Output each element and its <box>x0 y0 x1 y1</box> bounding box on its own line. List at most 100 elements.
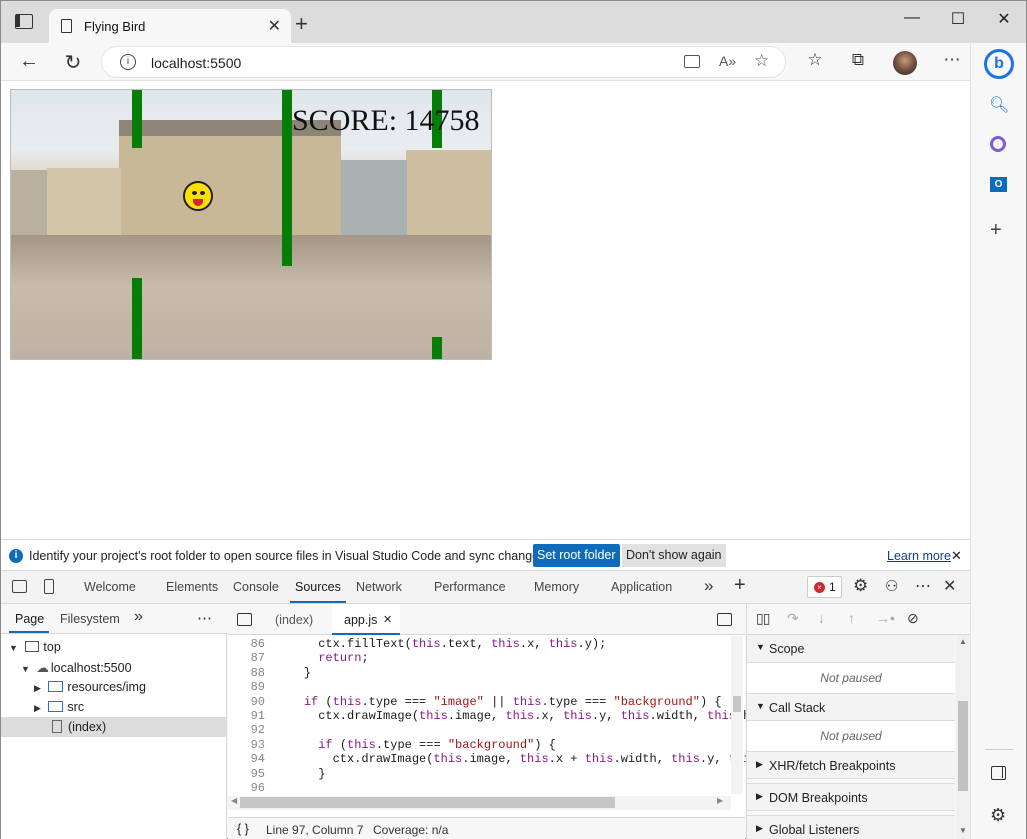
devtools-settings-icon[interactable]: ⚙ <box>853 576 868 596</box>
vertical-scrollbar[interactable] <box>731 636 743 794</box>
game-canvas[interactable]: SCORE: 14758 <box>10 89 492 360</box>
line-number[interactable]: 90 <box>228 695 265 709</box>
refresh-icon[interactable]: ↻ <box>59 50 87 75</box>
code-line[interactable]: 91 ctx.drawImage(this.image, this.x, thi… <box>228 709 772 723</box>
customize-menu-icon[interactable]: ⋯ <box>915 576 931 596</box>
line-number[interactable]: 96 <box>228 781 265 795</box>
scope-section-header[interactable]: ▼ Scope <box>747 635 955 663</box>
feedback-icon[interactable]: ⚇ <box>885 577 898 595</box>
pause-icon[interactable]: ▯▯ <box>756 610 770 627</box>
pretty-print-button[interactable]: { } <box>237 822 249 836</box>
toggle-navigator-icon[interactable] <box>237 613 252 626</box>
code-line[interactable]: 93 if (this.type === "background") { <box>228 738 728 752</box>
favorite-add-icon[interactable]: ☆ <box>754 51 769 71</box>
line-number[interactable]: 92 <box>228 723 265 737</box>
code-line[interactable]: 92 <box>228 723 728 737</box>
code-line[interactable]: 90 if (this.type === "image" || this.typ… <box>228 695 728 709</box>
favorites-icon[interactable]: ☆ <box>801 50 829 70</box>
tab-welcome[interactable]: Welcome <box>84 580 136 594</box>
app-available-icon[interactable] <box>684 55 700 68</box>
editor-tab-index[interactable]: (index) <box>275 613 313 627</box>
tab-memory[interactable]: Memory <box>534 580 579 594</box>
code-line[interactable]: 95 } <box>228 767 728 781</box>
deactivate-breakpoints-icon[interactable]: ⊘ <box>907 610 919 627</box>
office-icon[interactable] <box>990 136 1006 152</box>
tree-item-index[interactable]: (index) <box>52 720 106 734</box>
new-tab-icon[interactable]: + <box>295 11 308 37</box>
collections-icon[interactable]: ⧉ <box>844 50 872 70</box>
code-line[interactable]: 96 <box>228 781 728 795</box>
more-tabs-icon[interactable]: » <box>704 576 713 596</box>
learn-more-link[interactable]: Learn more <box>887 549 951 563</box>
tab-application[interactable]: Application <box>611 580 672 594</box>
issues-badge[interactable]: × 1 <box>807 576 842 598</box>
step-out-icon[interactable]: ↑ <box>848 610 855 626</box>
xhr-breakpoints-section-header[interactable]: ▶ XHR/fetch Breakpoints <box>747 751 955 779</box>
line-number[interactable]: 95 <box>228 767 265 781</box>
tab-actions-icon[interactable] <box>15 14 33 29</box>
code-line[interactable]: 87 return; <box>228 651 728 665</box>
call-stack-section-header[interactable]: ▼ Call Stack <box>747 693 955 721</box>
global-listeners-section-header[interactable]: ▶ Global Listeners <box>747 815 955 839</box>
step-over-icon[interactable]: ↷ <box>787 610 799 627</box>
tab-close-icon[interactable]: ✕ <box>268 16 281 36</box>
back-icon[interactable]: ← <box>15 50 43 73</box>
tree-item-top[interactable]: ▼ top <box>9 640 61 654</box>
tab-filesystem[interactable]: Filesystem <box>60 612 120 626</box>
maximize-icon[interactable]: ☐ <box>943 9 973 29</box>
line-number[interactable]: 86 <box>228 637 265 651</box>
tree-item-localhost[interactable]: ▼ ☁ localhost:5500 <box>21 660 132 675</box>
set-root-folder-button[interactable]: Set root folder <box>533 544 620 567</box>
close-devtools-icon[interactable]: ✕ <box>943 576 956 596</box>
window-close-icon[interactable]: ✕ <box>989 9 1019 29</box>
tab-performance[interactable]: Performance <box>434 580 506 594</box>
add-sidebar-icon[interactable]: + <box>990 219 1002 242</box>
device-emulation-icon[interactable] <box>44 579 54 594</box>
step-into-icon[interactable]: ↓ <box>818 610 825 626</box>
horizontal-scrollbar[interactable]: ◀ ▶ <box>228 796 731 810</box>
site-info-icon[interactable]: i <box>120 54 136 70</box>
navigator-more-icon[interactable]: » <box>134 608 143 626</box>
bing-copilot-icon[interactable]: b <box>984 49 1014 79</box>
tree-item-src[interactable]: ▶ src <box>34 700 84 714</box>
dom-breakpoints-section-header[interactable]: ▶ DOM Breakpoints <box>747 783 955 811</box>
outlook-icon[interactable]: O <box>990 177 1007 192</box>
tree-item-resources-img[interactable]: ▶ resources/img <box>34 680 146 694</box>
address-bar[interactable]: i localhost:5500 A» ☆ <box>101 46 786 78</box>
editor-tab-close-icon[interactable]: ✕ <box>383 613 392 626</box>
sidebar-settings-icon[interactable]: ⚙ <box>990 805 1006 826</box>
code-line[interactable]: 89 <box>228 680 728 694</box>
editor-tab-active[interactable]: app.js ✕ <box>332 604 400 635</box>
add-tool-icon[interactable]: + <box>734 574 746 597</box>
dont-show-again-button[interactable]: Don't show again <box>622 544 726 567</box>
navigator-menu-icon[interactable]: ⋯ <box>197 609 212 627</box>
line-number[interactable]: 91 <box>228 709 265 723</box>
hide-sidebar-icon[interactable] <box>991 766 1006 780</box>
tab-network[interactable]: Network <box>356 580 402 594</box>
page-tab-indicator <box>9 631 49 633</box>
code-line[interactable]: 88 } <box>228 666 728 680</box>
minimize-icon[interactable]: — <box>897 9 927 27</box>
line-number[interactable]: 87 <box>228 651 265 665</box>
toggle-debugger-icon[interactable] <box>717 613 732 626</box>
profile-avatar[interactable] <box>893 51 917 75</box>
line-number[interactable]: 93 <box>228 738 265 752</box>
infobar-close-icon[interactable]: ✕ <box>951 548 962 564</box>
browser-tab[interactable]: Flying Bird ✕ <box>49 9 291 43</box>
line-number[interactable]: 94 <box>228 752 265 766</box>
tab-console[interactable]: Console <box>233 580 279 594</box>
debugger-scrollbar[interactable]: ▲ ▼ <box>956 635 970 839</box>
code-line[interactable]: 94 ctx.drawImage(this.image, this.x + th… <box>228 752 772 766</box>
read-aloud-icon[interactable]: A» <box>719 53 736 69</box>
tab-sources[interactable]: Sources <box>295 580 341 594</box>
step-icon[interactable]: →• <box>876 610 895 626</box>
tab-page[interactable]: Page <box>15 612 44 626</box>
inspect-element-icon[interactable] <box>12 580 27 593</box>
code-area[interactable]: 86 ctx.fillText(this.text, this.x, this.… <box>228 636 772 795</box>
line-number[interactable]: 89 <box>228 680 265 694</box>
settings-more-icon[interactable]: ⋯ <box>938 50 966 70</box>
tab-elements[interactable]: Elements <box>166 580 218 594</box>
line-number[interactable]: 88 <box>228 666 265 680</box>
code-line[interactable]: 86 ctx.fillText(this.text, this.x, this.… <box>228 637 728 651</box>
search-icon[interactable]: 🔍︎ <box>989 95 1009 115</box>
